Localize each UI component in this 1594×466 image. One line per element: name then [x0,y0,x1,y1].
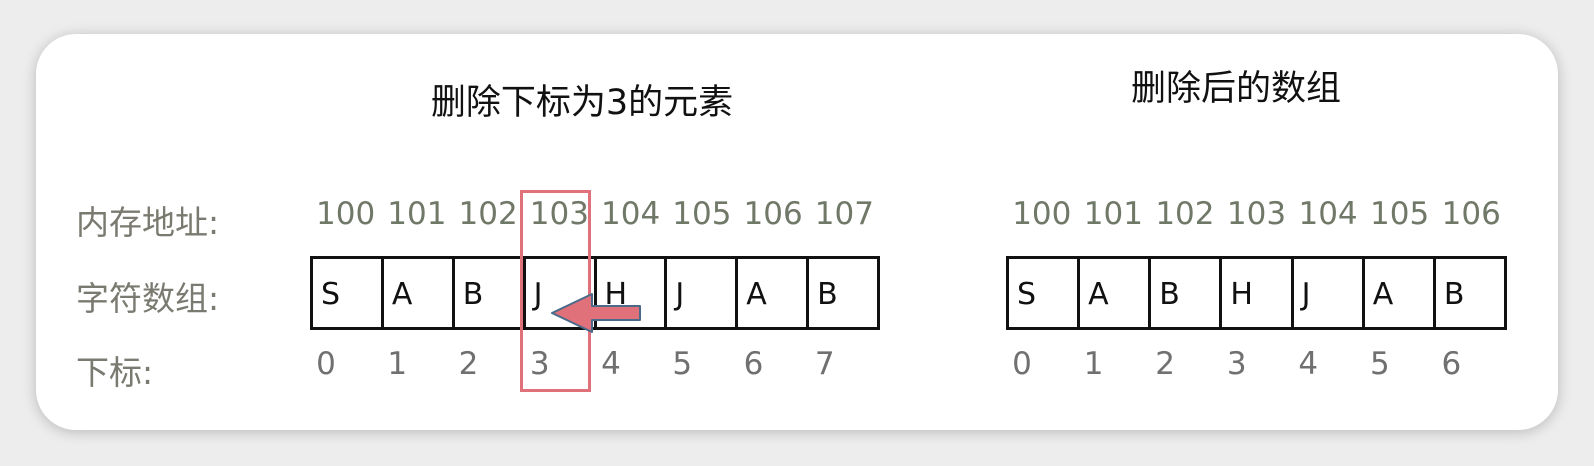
shift-left-arrow-icon [551,293,641,333]
